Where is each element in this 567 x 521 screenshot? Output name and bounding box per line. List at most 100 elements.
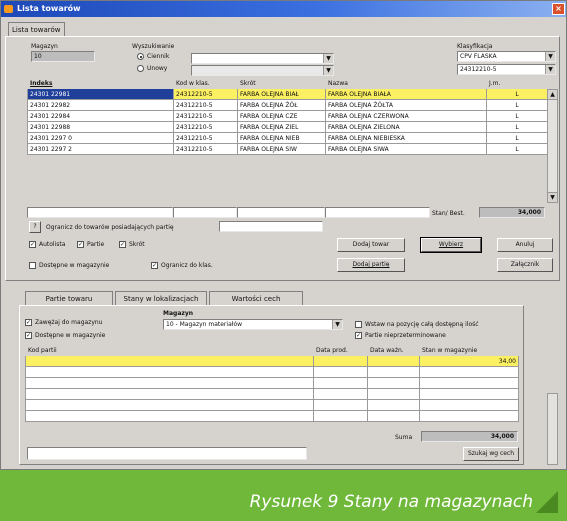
table-row[interactable] (25, 377, 519, 389)
check-partie-nie-box: ✓ (355, 332, 362, 339)
check-wstaw[interactable]: Wstaw na pozycję całą dostępną ilość (355, 321, 479, 329)
table-row[interactable] (25, 410, 519, 422)
klasyfikacja-value-2: 24312210-5 (460, 66, 497, 73)
col-nazwa[interactable]: Nazwa (325, 77, 487, 89)
table-row[interactable] (25, 366, 519, 378)
check-partie[interactable]: ✓ Partie (77, 241, 104, 249)
check-skrot[interactable]: ✓ Skrót (119, 241, 145, 249)
check-zawezaj[interactable]: ✓ Zawężaj do magazynu (25, 319, 103, 327)
figure-caption: Rysunek 9 Stany na magazynach (249, 492, 533, 512)
table-row[interactable] (25, 388, 519, 400)
search-combo-2[interactable]: ▼ (191, 65, 334, 76)
cell-data-prod (313, 355, 368, 367)
tab-lista-towarow[interactable]: Lista towarów (8, 22, 65, 36)
chevron-down-icon[interactable]: ▼ (323, 54, 333, 63)
select-button[interactable]: Wybierz (420, 237, 482, 253)
cell-nazwa: FARBA OLEJNA NIEBIESKA (325, 132, 487, 144)
table-row[interactable]: 24301 22988 24312210-5 FARBA OLEJNA ZIEL… (27, 121, 548, 133)
col-data-wazn[interactable]: Data ważn. (367, 344, 420, 356)
table-row[interactable]: 24301 2297 2 24312210-5 FARBA OLEJNA SIW… (27, 143, 548, 155)
suma-value: 34,000 (421, 431, 518, 442)
filter-kod[interactable] (173, 207, 237, 218)
search-combo-1[interactable]: ▼ (191, 53, 334, 64)
klasyfikacja-select-2[interactable]: 24312210-5 ▼ (457, 64, 556, 75)
chevron-down-icon[interactable]: ▼ (323, 66, 333, 75)
cell-kod-partii (25, 377, 314, 389)
cell-kod: 24312210-5 (173, 99, 238, 111)
app-icon (4, 5, 13, 13)
tab-partie-towaru[interactable]: Partie towaru (25, 291, 113, 305)
check-skrot-box: ✓ (119, 241, 126, 248)
check-ogranicz-klas[interactable]: ✓ Ogranicz do klas. (151, 262, 213, 270)
product-scrollbar[interactable]: ▲ ▼ (547, 89, 558, 203)
cancel-button[interactable]: Anuluj (497, 238, 553, 252)
table-row[interactable]: 24301 2297 0 24312210-5 FARBA OLEJNA NIE… (27, 132, 548, 144)
col-kod[interactable]: Kod w klas. (173, 77, 238, 89)
table-row[interactable] (25, 399, 519, 411)
search-by-features-button[interactable]: Szukaj wg cech (463, 447, 519, 461)
add-product-button[interactable]: Dodaj towar (337, 238, 405, 252)
col-data-prod[interactable]: Data prod. (313, 344, 368, 356)
filter-skrot[interactable] (237, 207, 325, 218)
col-kod-partii[interactable]: Kod partii (25, 344, 314, 356)
cell-kod-partii (25, 410, 314, 422)
filter-nazwa[interactable] (325, 207, 430, 218)
cell-nazwa: FARBA OLEJNA SIWA (325, 143, 487, 155)
col-jm[interactable]: J.m. (486, 77, 548, 89)
chevron-down-icon[interactable]: ▼ (545, 65, 555, 74)
ogranicz-field[interactable] (219, 221, 323, 232)
ogranicz-button[interactable]: ? (29, 221, 41, 233)
table-row[interactable]: 34,00 (25, 355, 519, 367)
cell-kod: 24312210-5 (173, 88, 238, 100)
table-row[interactable]: 24301 22981 24312210-5 FARBA OLEJNA BIAŁ… (27, 88, 548, 100)
cell-data-wazn (367, 410, 420, 422)
table-row[interactable]: 24301 22982 24312210-5 FARBA OLEJNA ŻÓŁ … (27, 99, 548, 111)
magazyn-label: Magazyn (31, 43, 58, 50)
bottom-magazyn-select[interactable]: 10 - Magazyn materiałów ▼ (163, 319, 343, 330)
check-zawezaj-label: Zawężaj do magazynu (35, 319, 103, 326)
check-autolista-label: Autolista (39, 241, 66, 248)
chevron-down-icon[interactable]: ▼ (332, 320, 342, 329)
filter-indeks[interactable] (27, 207, 173, 218)
cell-data-wazn (367, 366, 420, 378)
check-partie-nie[interactable]: ✓ Partie nieprzeterminowane (355, 332, 446, 340)
klasyfikacja-value-1: CPV FLASKA (460, 53, 497, 60)
radio-unowy[interactable]: Unowy (137, 65, 167, 73)
cell-indeks: 24301 22988 (27, 121, 174, 133)
check-dostepne[interactable]: Dostępne w magazynie (29, 262, 109, 270)
scroll-down-icon[interactable]: ▼ (548, 192, 557, 202)
close-button[interactable]: × (552, 3, 565, 15)
check-wstaw-box (355, 321, 362, 328)
check-dostepne-magazyn[interactable]: ✓ Dostępne w magazynie (25, 332, 105, 340)
col-stan[interactable]: Stan w magazynie (419, 344, 519, 356)
tab-stany-lokalizacjach[interactable]: Stany w lokalizacjach (115, 291, 207, 305)
magazyn-field: 10 (31, 51, 95, 62)
cell-kod: 24312210-5 (173, 110, 238, 122)
radio-cennik[interactable]: Ciennik (137, 53, 169, 61)
cell-data-prod (313, 399, 368, 411)
cell-kod-partii (25, 366, 314, 378)
window-scrollbar[interactable] (547, 393, 558, 465)
chevron-down-icon[interactable]: ▼ (545, 52, 555, 61)
cell-jm: L (486, 99, 548, 111)
cell-indeks: 24301 22981 (27, 88, 174, 100)
table-row[interactable]: 24301 22984 24312210-5 FARBA OLEJNA CZE … (27, 110, 548, 122)
cell-jm: L (486, 88, 548, 100)
add-batch-button[interactable]: Dodaj partię (337, 258, 405, 272)
attachment-button[interactable]: Załącznik (497, 258, 553, 272)
klasyfikacja-select-1[interactable]: CPV FLASKA ▼ (457, 51, 556, 62)
check-autolista[interactable]: ✓ Autolista (29, 241, 65, 249)
radio-cennik-label: Ciennik (147, 53, 170, 60)
col-skrot[interactable]: Skrót (237, 77, 326, 89)
scroll-up-icon[interactable]: ▲ (548, 90, 557, 100)
cell-nazwa: FARBA OLEJNA ŻÓŁTA (325, 99, 487, 111)
cell-indeks: 24301 2297 0 (27, 132, 174, 144)
klasyfikacja-label: Klasyfikacja (457, 43, 493, 50)
tab-wartosci-cech[interactable]: Wartości cech (209, 291, 303, 305)
cell-skrot: FARBA OLEJNA BIAŁ (237, 88, 326, 100)
cell-stan (419, 399, 519, 411)
product-table: Indeks Kod w klas. Skrót Nazwa J.m. 2430… (27, 77, 548, 155)
stock-value: 34,000 (479, 207, 545, 218)
bottom-text-field[interactable] (27, 447, 307, 460)
col-indeks[interactable]: Indeks (27, 77, 174, 89)
